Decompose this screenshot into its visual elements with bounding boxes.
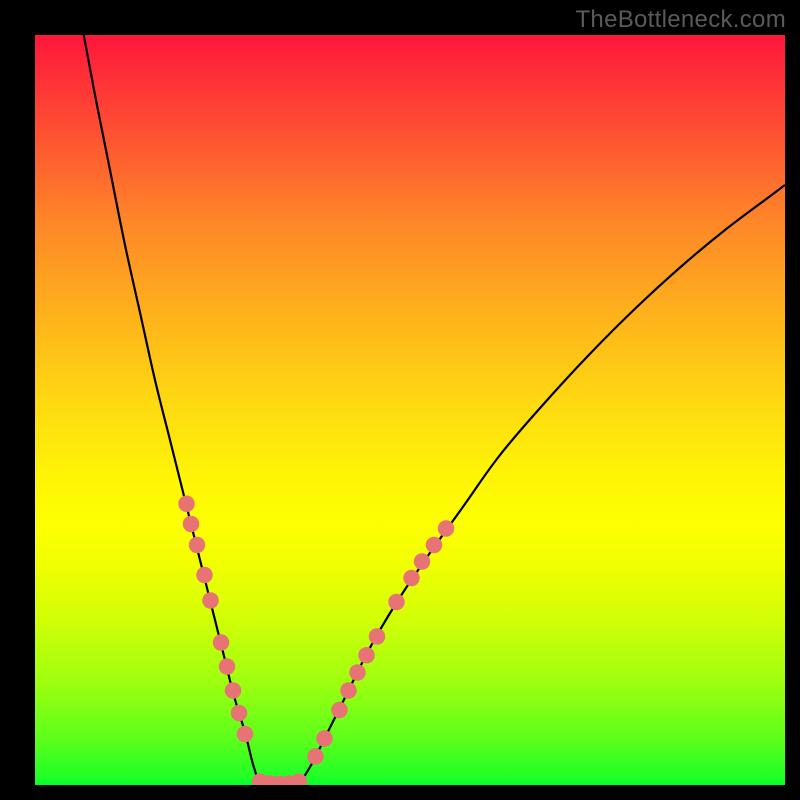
marker-left: [231, 705, 248, 722]
chart-frame: TheBottleneck.com: [0, 0, 800, 800]
marker-right: [316, 730, 333, 747]
marker-left: [196, 567, 213, 584]
marker-right: [331, 702, 348, 719]
marker-right: [358, 647, 375, 664]
plot-area: [35, 35, 785, 785]
marker-left: [213, 634, 230, 651]
marker-right: [349, 664, 366, 681]
marker-left: [202, 592, 219, 609]
marker-right: [403, 570, 420, 587]
marker-left: [237, 726, 254, 743]
marker-left: [178, 496, 195, 513]
data-point-markers: [178, 496, 454, 786]
marker-right: [340, 682, 357, 699]
marker-right: [388, 594, 405, 611]
curve-right-curve: [301, 185, 785, 781]
marker-right: [438, 520, 455, 537]
curve-overlay: [35, 35, 785, 785]
marker-left: [183, 516, 200, 533]
watermark-text: TheBottleneck.com: [575, 6, 786, 34]
marker-left: [189, 537, 206, 554]
marker-left: [219, 658, 236, 675]
bottleneck-curves: [84, 35, 785, 784]
marker-right: [369, 628, 386, 645]
marker-right: [414, 553, 431, 570]
marker-left: [225, 682, 242, 699]
marker-right: [426, 537, 443, 554]
marker-right: [307, 748, 324, 765]
